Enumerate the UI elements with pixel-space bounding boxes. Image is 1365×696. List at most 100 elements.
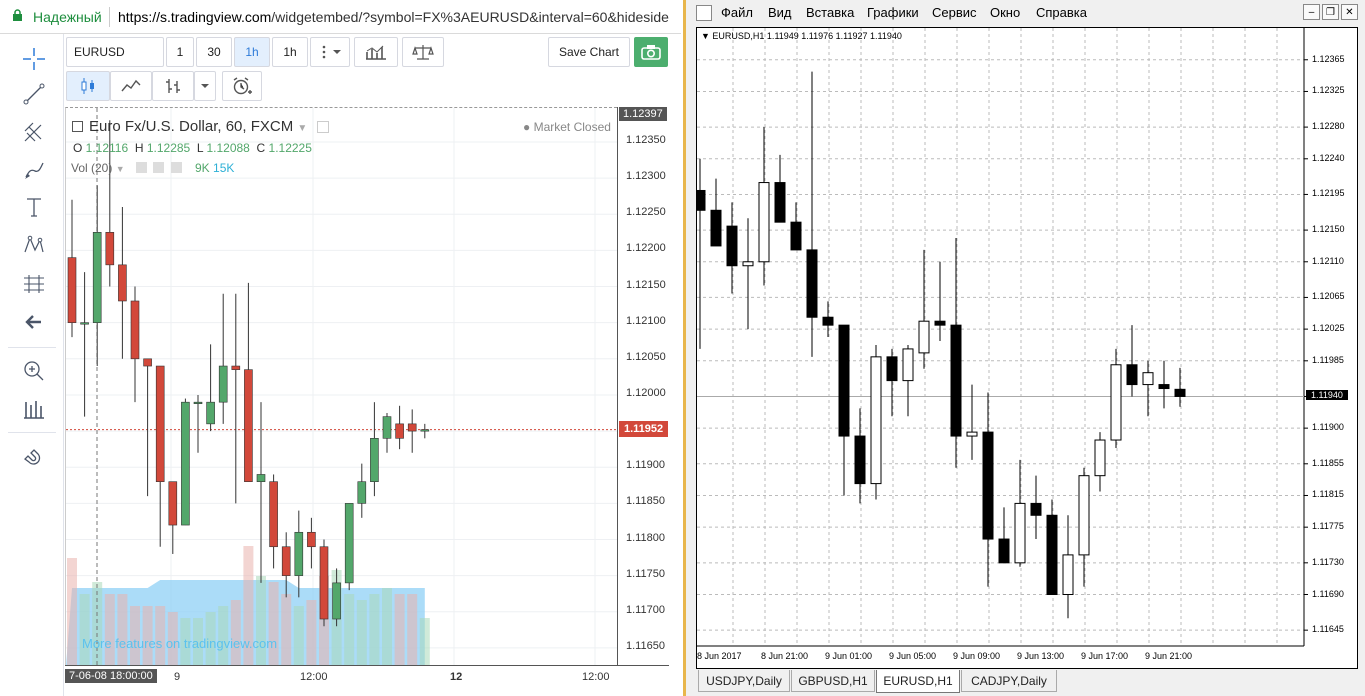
line-chart-icon	[121, 79, 141, 92]
mt4-candles-svg	[697, 28, 1308, 647]
price-tick-label: 1.12195	[1312, 188, 1345, 199]
price-tick-label: 1.11800	[626, 531, 665, 544]
bar-style-button[interactable]	[152, 71, 194, 101]
watermark[interactable]: More features on tradingview.com	[82, 636, 277, 651]
candle	[294, 510, 304, 598]
price-tick-label: 1.12250	[626, 206, 666, 219]
candle	[181, 398, 190, 526]
back-arrow-icon[interactable]	[18, 307, 50, 337]
candles-icon	[81, 78, 94, 94]
volume-bar	[419, 618, 430, 665]
tv-price-scale[interactable]: 1.12350 1.12300 1.12250 1.12200 1.12150 1.121…	[617, 107, 669, 665]
pattern-icon[interactable]	[18, 230, 50, 260]
candles-style-button[interactable]	[66, 71, 110, 101]
candle	[206, 344, 215, 432]
price-tick-label: 1.12025	[1312, 323, 1345, 334]
menu-insert[interactable]: Вставка	[806, 5, 854, 20]
chart-window-icon[interactable]	[696, 5, 712, 21]
mt4-chart-pane[interactable]: ▼ EURUSD,H1 1.11949 1.11976 1.11927 1.11…	[696, 27, 1358, 669]
volume-bar	[117, 594, 128, 665]
menu-tools[interactable]: Сервис	[932, 5, 977, 20]
price-tick-label: 1.12200	[626, 242, 666, 255]
area-style-button[interactable]	[110, 71, 152, 101]
menu-help[interactable]: Справка	[1036, 5, 1087, 20]
tab-gbpusd[interactable]: GBPUSD,H1	[791, 670, 875, 692]
time-tick-label: 9 Jun 05:00	[889, 651, 937, 661]
candle	[1062, 515, 1074, 619]
market-status: ● Market Closed	[523, 120, 611, 134]
candle	[319, 539, 329, 627]
interval-1m-button[interactable]: 1	[166, 37, 194, 67]
url-text[interactable]: https://s.tradingview.com/widgetembed/?s…	[118, 9, 678, 25]
tab-cadjpy[interactable]: CADJPY,Daily	[961, 670, 1057, 692]
collapse-icon[interactable]	[72, 121, 83, 132]
candle	[231, 293, 241, 504]
volume-bar	[256, 576, 266, 665]
candle	[118, 207, 127, 359]
price-tick-label: 1.12300	[626, 170, 666, 183]
menu-charts[interactable]: Графики	[867, 5, 919, 20]
chevron-down-icon[interactable]: ▼	[297, 123, 307, 134]
candle	[1030, 475, 1042, 540]
measure-icon[interactable]	[18, 268, 50, 298]
brush-icon[interactable]	[18, 155, 50, 185]
menu-file[interactable]: Файл	[721, 5, 753, 20]
time-tick-label: 12	[450, 671, 463, 683]
tv-candles-svg	[66, 108, 617, 665]
address-bar[interactable]: Надежный https://s.tradingview.com/widge…	[0, 0, 681, 34]
time-tick-label: 9 Jun 13:00	[1017, 651, 1065, 661]
restore-icon[interactable]: ❐	[1322, 4, 1339, 20]
volume-bar	[382, 588, 392, 665]
save-chart-button[interactable]: Save Chart	[548, 37, 630, 67]
eye-icon[interactable]	[135, 162, 147, 173]
divider	[109, 7, 110, 27]
tv-time-scale[interactable]: 9 12:00 12 12:00 7-06-08 18:00:00	[65, 665, 669, 689]
settings-icon[interactable]	[317, 121, 330, 133]
crosshair-icon[interactable]	[18, 44, 50, 74]
volume-legend: Vol (20) ▼ 9K 15K	[71, 161, 235, 175]
menu-window[interactable]: Окно	[990, 5, 1020, 20]
close-icon[interactable]	[170, 162, 182, 173]
menu-view[interactable]: Вид	[768, 5, 792, 20]
current-price-label: 1.11940	[1306, 390, 1348, 401]
candle	[982, 392, 994, 587]
interval-1h-alt-button[interactable]: 1h	[272, 37, 308, 67]
trend-line-icon[interactable]	[18, 79, 50, 109]
tv-chart-pane[interactable]: Euro Fx/U.S. Dollar, 60, FXCM ▼ ● Market…	[65, 107, 617, 665]
candle	[902, 344, 914, 417]
close-icon[interactable]: ✕	[1341, 4, 1358, 20]
interval-1h-button[interactable]: 1h	[234, 37, 270, 67]
interval-30m-button[interactable]: 30	[196, 37, 232, 67]
tab-usdjpy[interactable]: USDJPY,Daily	[698, 670, 790, 692]
price-tick-label: 1.11900	[1312, 422, 1344, 433]
zoom-in-icon[interactable]	[18, 356, 50, 386]
gear-icon[interactable]	[153, 162, 165, 173]
minimize-icon[interactable]: ‒	[1303, 4, 1320, 20]
more-intervals-button[interactable]	[310, 37, 350, 67]
candle	[774, 154, 786, 223]
snapshot-button[interactable]	[634, 37, 668, 67]
magnet-icon[interactable]	[18, 442, 50, 472]
text-icon[interactable]	[18, 192, 50, 222]
price-tick-label: 1.11700	[626, 603, 665, 616]
volume-bar	[293, 606, 304, 665]
volume-bar	[104, 594, 115, 665]
price-tick-label: 1.11985	[1312, 354, 1344, 365]
style-dropdown-button[interactable]	[194, 71, 216, 101]
candle	[155, 365, 165, 547]
indicators-button[interactable]	[354, 37, 398, 67]
tab-eurusd[interactable]: EURUSD,H1	[876, 670, 960, 693]
alert-button[interactable]	[222, 71, 262, 101]
symbol-input[interactable]: EURUSD	[66, 37, 164, 67]
measure-bars-icon[interactable]	[18, 394, 50, 424]
candle	[1014, 459, 1026, 567]
compare-button[interactable]	[402, 37, 444, 67]
candle	[1046, 499, 1058, 596]
candle	[697, 158, 706, 349]
time-tick-label: 9 Jun 17:00	[1081, 651, 1129, 661]
pitchfork-icon[interactable]	[18, 117, 50, 147]
chevron-down-icon[interactable]: ▼	[116, 164, 125, 174]
candle	[143, 358, 152, 497]
time-tick-label: 9	[174, 671, 181, 683]
candle	[726, 202, 738, 294]
